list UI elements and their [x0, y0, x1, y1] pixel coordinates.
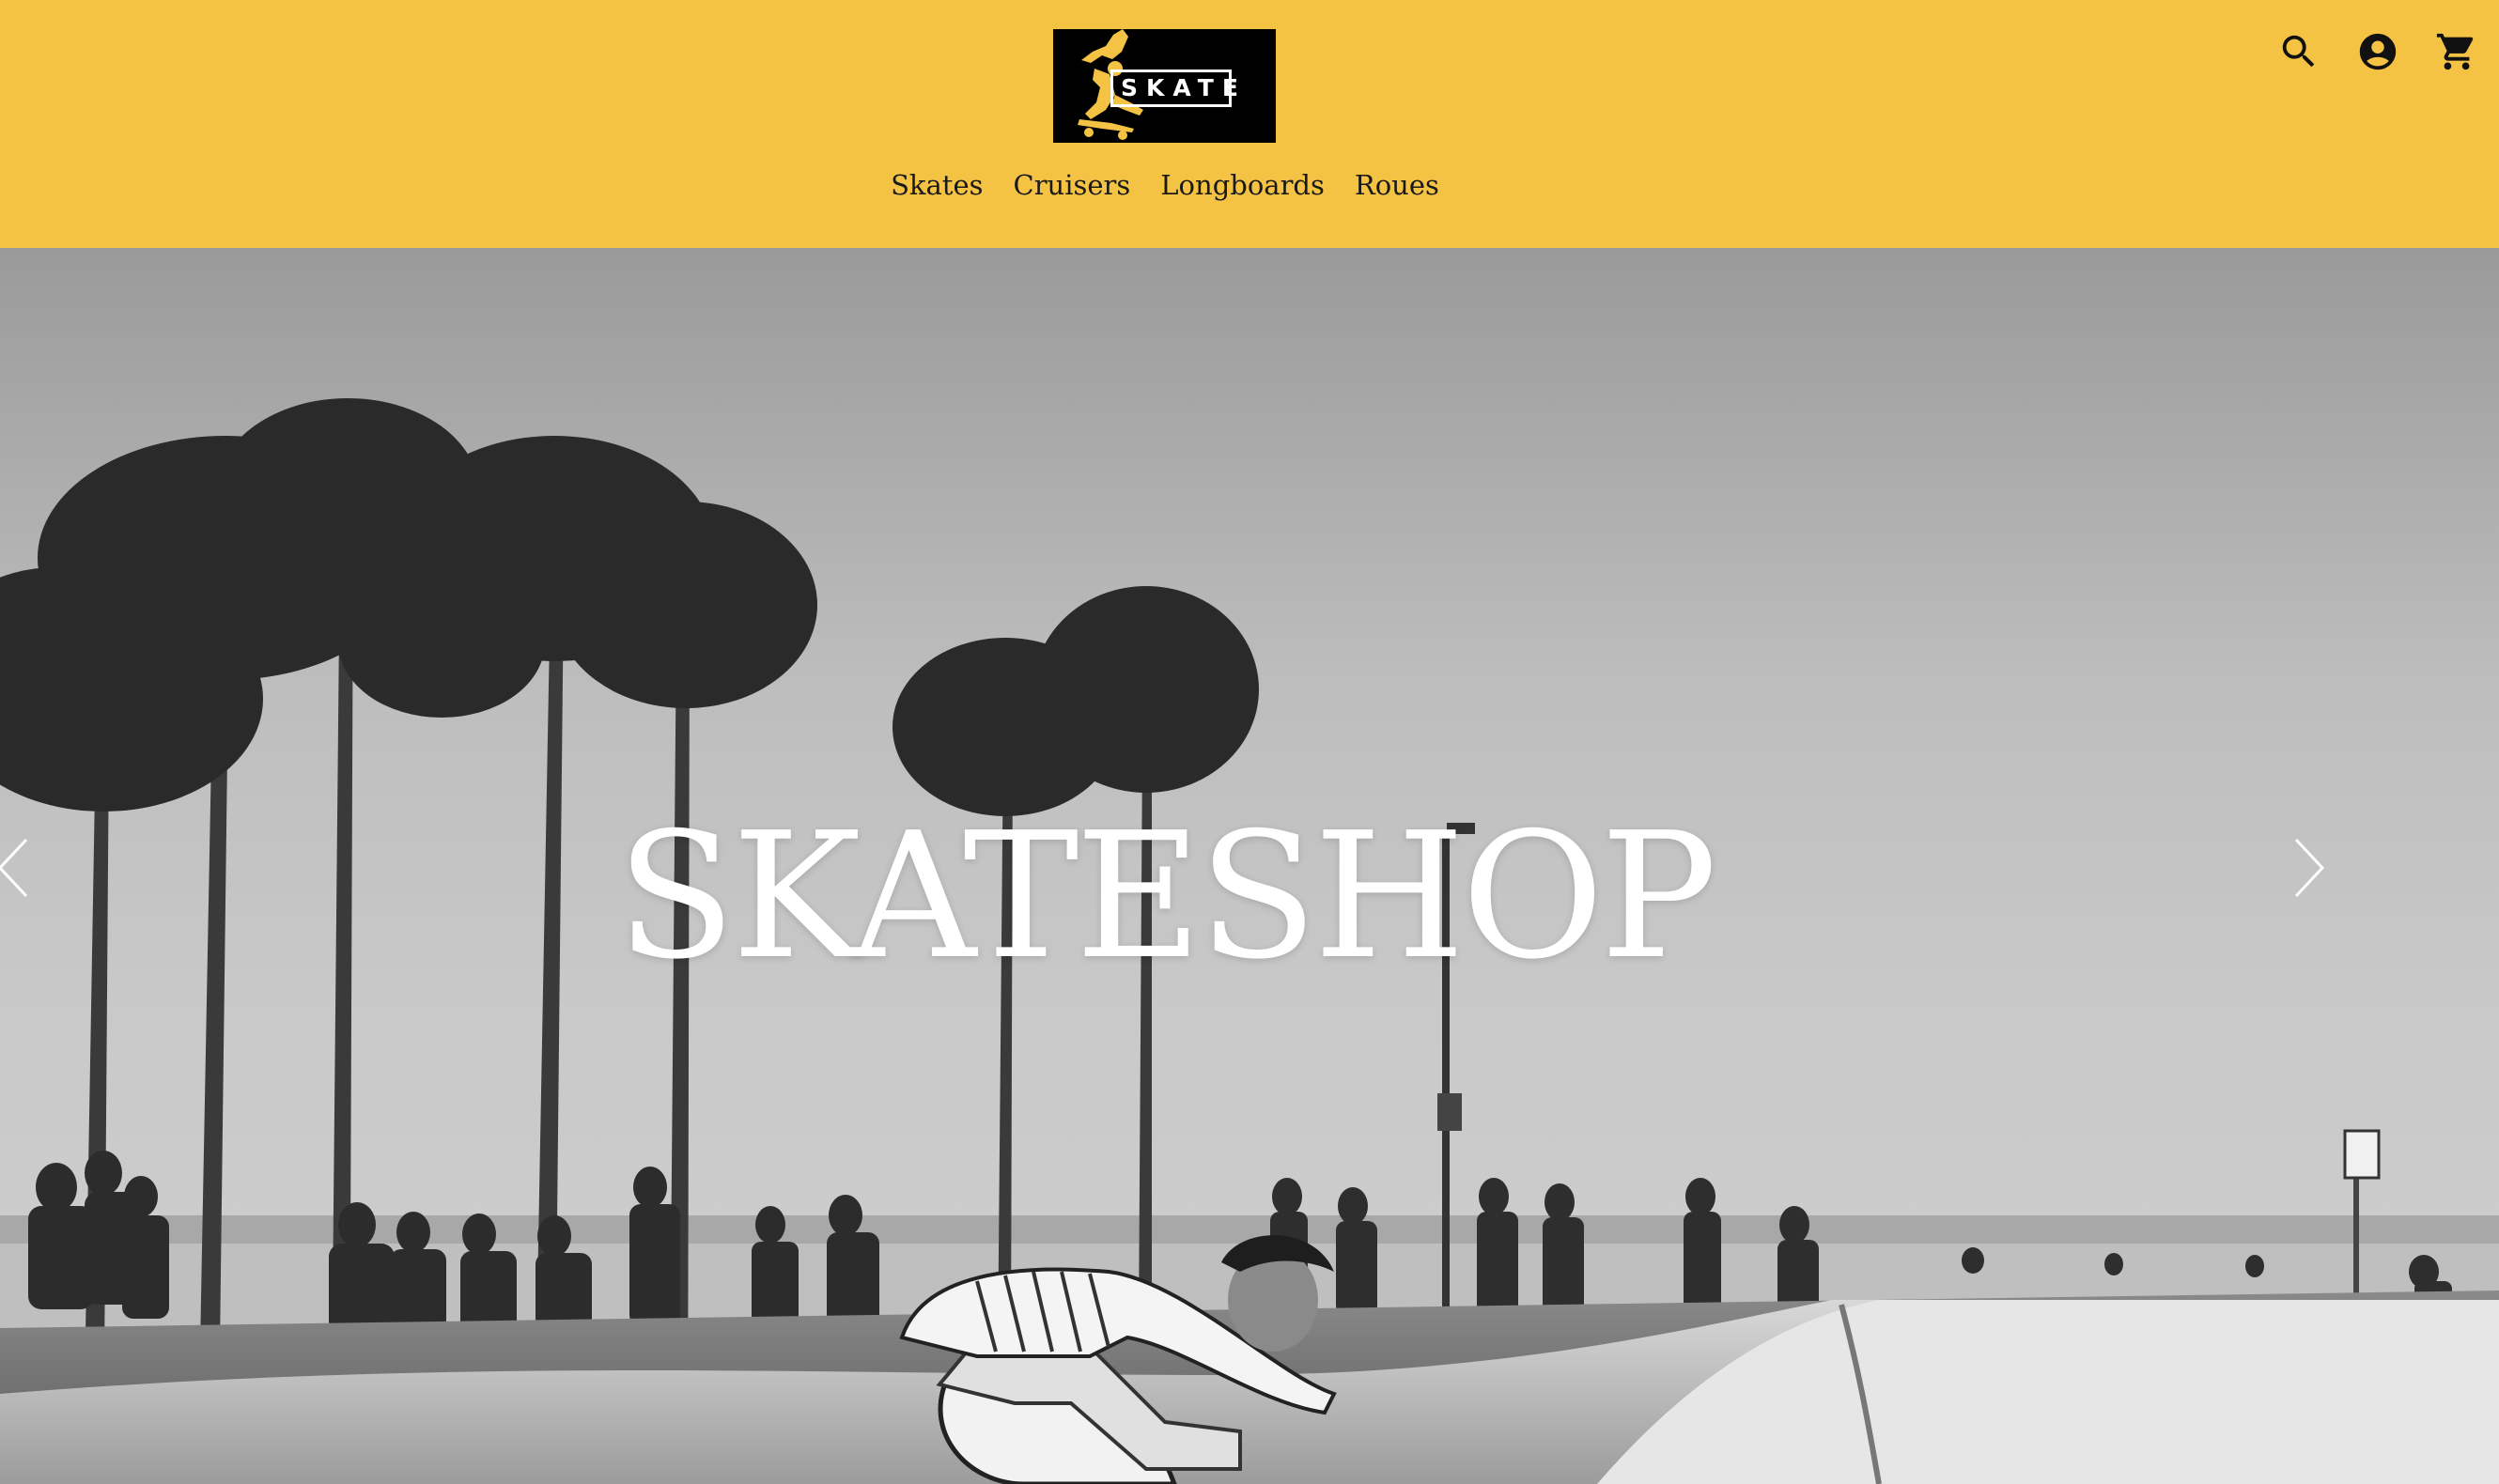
nav-item-skates[interactable]: Skates	[891, 169, 983, 201]
search-icon[interactable]	[2277, 30, 2320, 73]
nav-item-roues[interactable]: Roues	[1355, 169, 1439, 201]
nav-item-longboards[interactable]: Longboards	[1160, 169, 1325, 201]
logo-wordmark: SKATE	[1110, 70, 1238, 107]
hero-title: SKATESHOP	[616, 795, 1717, 997]
main-nav: Skates Cruisers Longboards Roues	[0, 169, 2330, 201]
account-icon[interactable]	[2356, 30, 2399, 73]
nav-item-cruisers[interactable]: Cruisers	[1014, 169, 1131, 201]
header-actions	[2277, 30, 2478, 73]
hero-banner: SKATESHOP	[0, 248, 2499, 1484]
cart-icon[interactable]	[2435, 30, 2478, 73]
site-logo[interactable]: SKATE	[1053, 29, 1276, 143]
site-header: SKATE Skates Cruisers Longboards Roues	[0, 0, 2499, 248]
